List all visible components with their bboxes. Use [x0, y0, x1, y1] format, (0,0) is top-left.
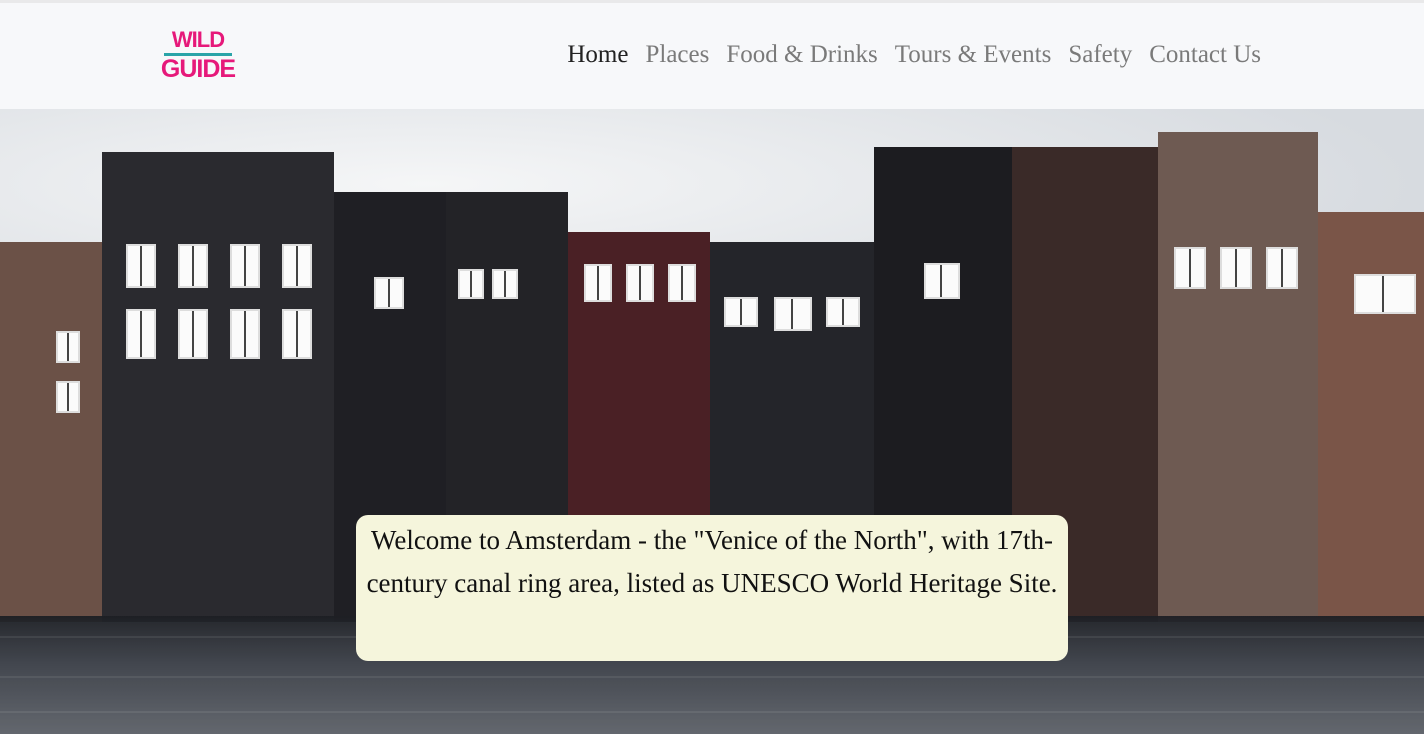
window	[126, 309, 156, 359]
window	[178, 244, 208, 288]
window	[374, 277, 404, 309]
window	[668, 264, 696, 302]
window	[458, 269, 484, 299]
window	[230, 244, 260, 288]
window	[178, 309, 208, 359]
window	[1354, 274, 1416, 314]
house	[1158, 132, 1318, 622]
window	[626, 264, 654, 302]
window	[1174, 247, 1206, 289]
nav-places[interactable]: Places	[645, 41, 709, 69]
window	[492, 269, 518, 299]
window	[584, 264, 612, 302]
hero-caption: Welcome to Amsterdam - the "Venice of th…	[356, 515, 1068, 661]
nav-tours-events[interactable]: Tours & Events	[895, 41, 1052, 69]
nav-contact-us[interactable]: Contact Us	[1149, 41, 1261, 69]
window	[1220, 247, 1252, 289]
window	[56, 331, 80, 363]
window	[826, 297, 860, 327]
logo-text-guide: GUIDE	[160, 55, 236, 83]
window	[282, 244, 312, 288]
window	[126, 244, 156, 288]
window	[724, 297, 758, 327]
window	[1266, 247, 1298, 289]
main-nav: Home Places Food & Drinks Tours & Events…	[567, 41, 1261, 69]
site-header: WILD GUIDE Home Places Food & Drinks Tou…	[0, 3, 1424, 109]
house	[0, 242, 104, 622]
window	[924, 263, 960, 299]
logo-text-wild: WILD	[171, 27, 225, 52]
nav-food-drinks[interactable]: Food & Drinks	[726, 41, 877, 69]
window	[230, 309, 260, 359]
wild-guide-logo[interactable]: WILD GUIDE	[160, 25, 236, 93]
house	[102, 152, 334, 622]
hero-section: Welcome to Amsterdam - the "Venice of th…	[0, 109, 1424, 734]
nav-home[interactable]: Home	[567, 41, 628, 69]
window	[56, 381, 80, 413]
nav-safety[interactable]: Safety	[1068, 41, 1132, 69]
window	[774, 297, 812, 331]
window	[282, 309, 312, 359]
